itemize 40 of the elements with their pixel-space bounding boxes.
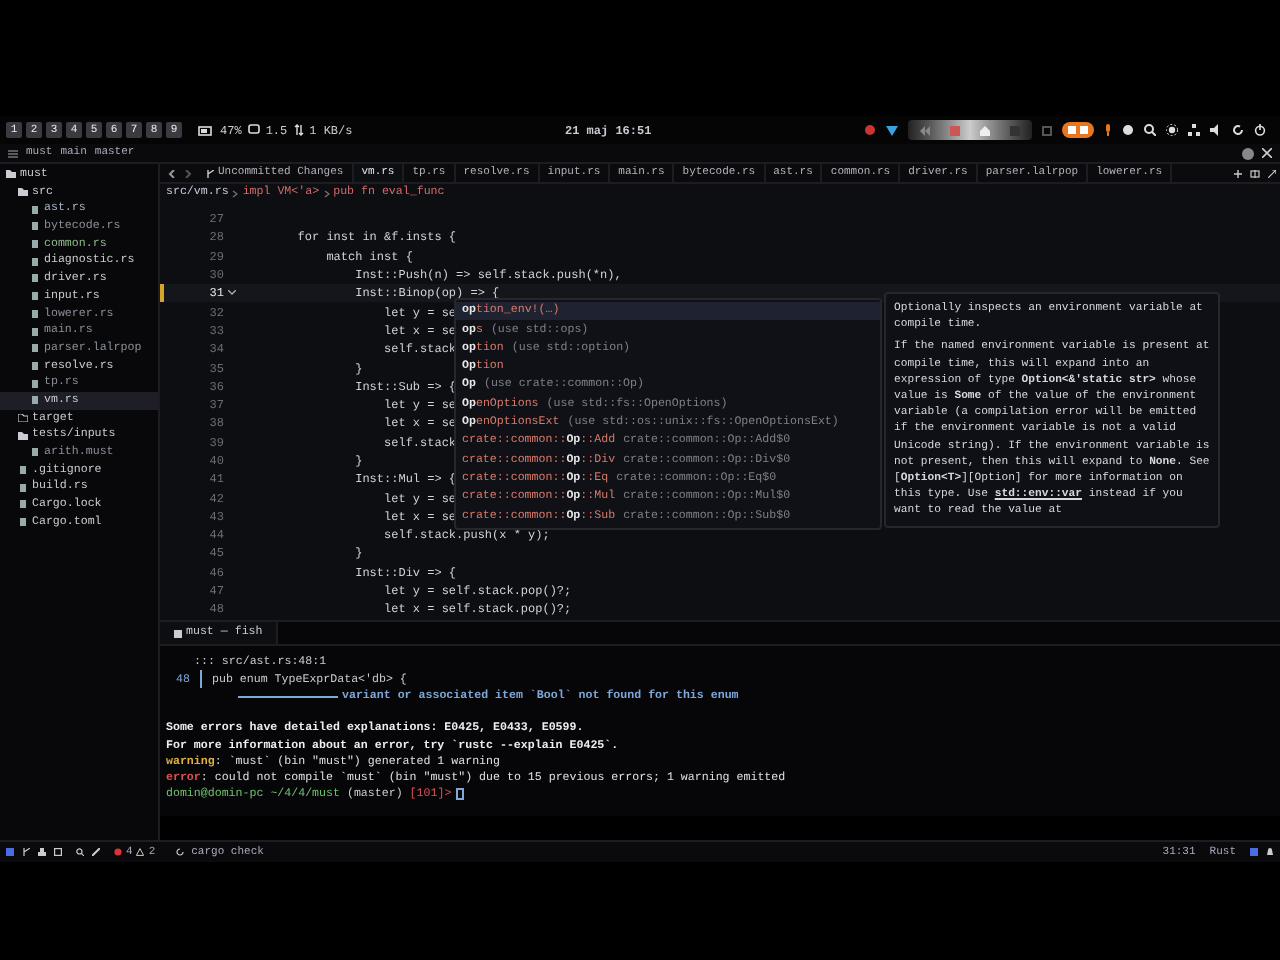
bell-icon[interactable] (1266, 848, 1274, 856)
chevron-icon (323, 189, 330, 197)
cursor-icon (455, 788, 464, 801)
square-icon[interactable] (1042, 125, 1052, 135)
menu-icon[interactable] (8, 149, 18, 157)
avatar-icon[interactable] (1242, 147, 1254, 159)
rewind-icon[interactable] (920, 125, 930, 135)
search-icon[interactable] (1144, 124, 1156, 136)
power-icon[interactable] (1254, 124, 1266, 136)
arrows-icon (293, 124, 304, 136)
wifi-icon[interactable] (886, 124, 898, 136)
home-icon[interactable] (980, 125, 990, 135)
back-icon[interactable] (168, 169, 176, 177)
error-icon (114, 848, 122, 856)
volume-icon[interactable] (1210, 124, 1222, 136)
record-pill[interactable] (1062, 122, 1094, 138)
network-icon[interactable] (1188, 124, 1200, 136)
git-icon[interactable] (22, 848, 30, 856)
battery-icon (198, 125, 214, 135)
microphone-icon[interactable] (1104, 124, 1112, 136)
refresh-icon[interactable] (1232, 124, 1244, 136)
circle-icon[interactable] (864, 124, 876, 136)
expand-icon[interactable] (1268, 169, 1276, 177)
chevron-icon (232, 189, 239, 197)
fold-icon[interactable] (228, 290, 236, 297)
pen-icon[interactable] (92, 848, 100, 856)
outline-icon[interactable] (38, 848, 46, 856)
chat-icon (247, 124, 260, 136)
stop-icon (1080, 126, 1088, 134)
search-icon[interactable] (76, 848, 84, 856)
terminal-icon (174, 629, 182, 637)
brightness-icon[interactable] (1166, 124, 1178, 136)
warning-icon (136, 848, 145, 856)
split-icon[interactable] (1250, 169, 1260, 177)
close-icon[interactable] (1262, 148, 1272, 158)
plus-icon[interactable] (1234, 169, 1242, 177)
diff-icon (206, 169, 214, 177)
spinner-icon (175, 848, 184, 856)
terminal-icon[interactable] (54, 848, 62, 856)
forward-icon[interactable] (184, 169, 192, 177)
